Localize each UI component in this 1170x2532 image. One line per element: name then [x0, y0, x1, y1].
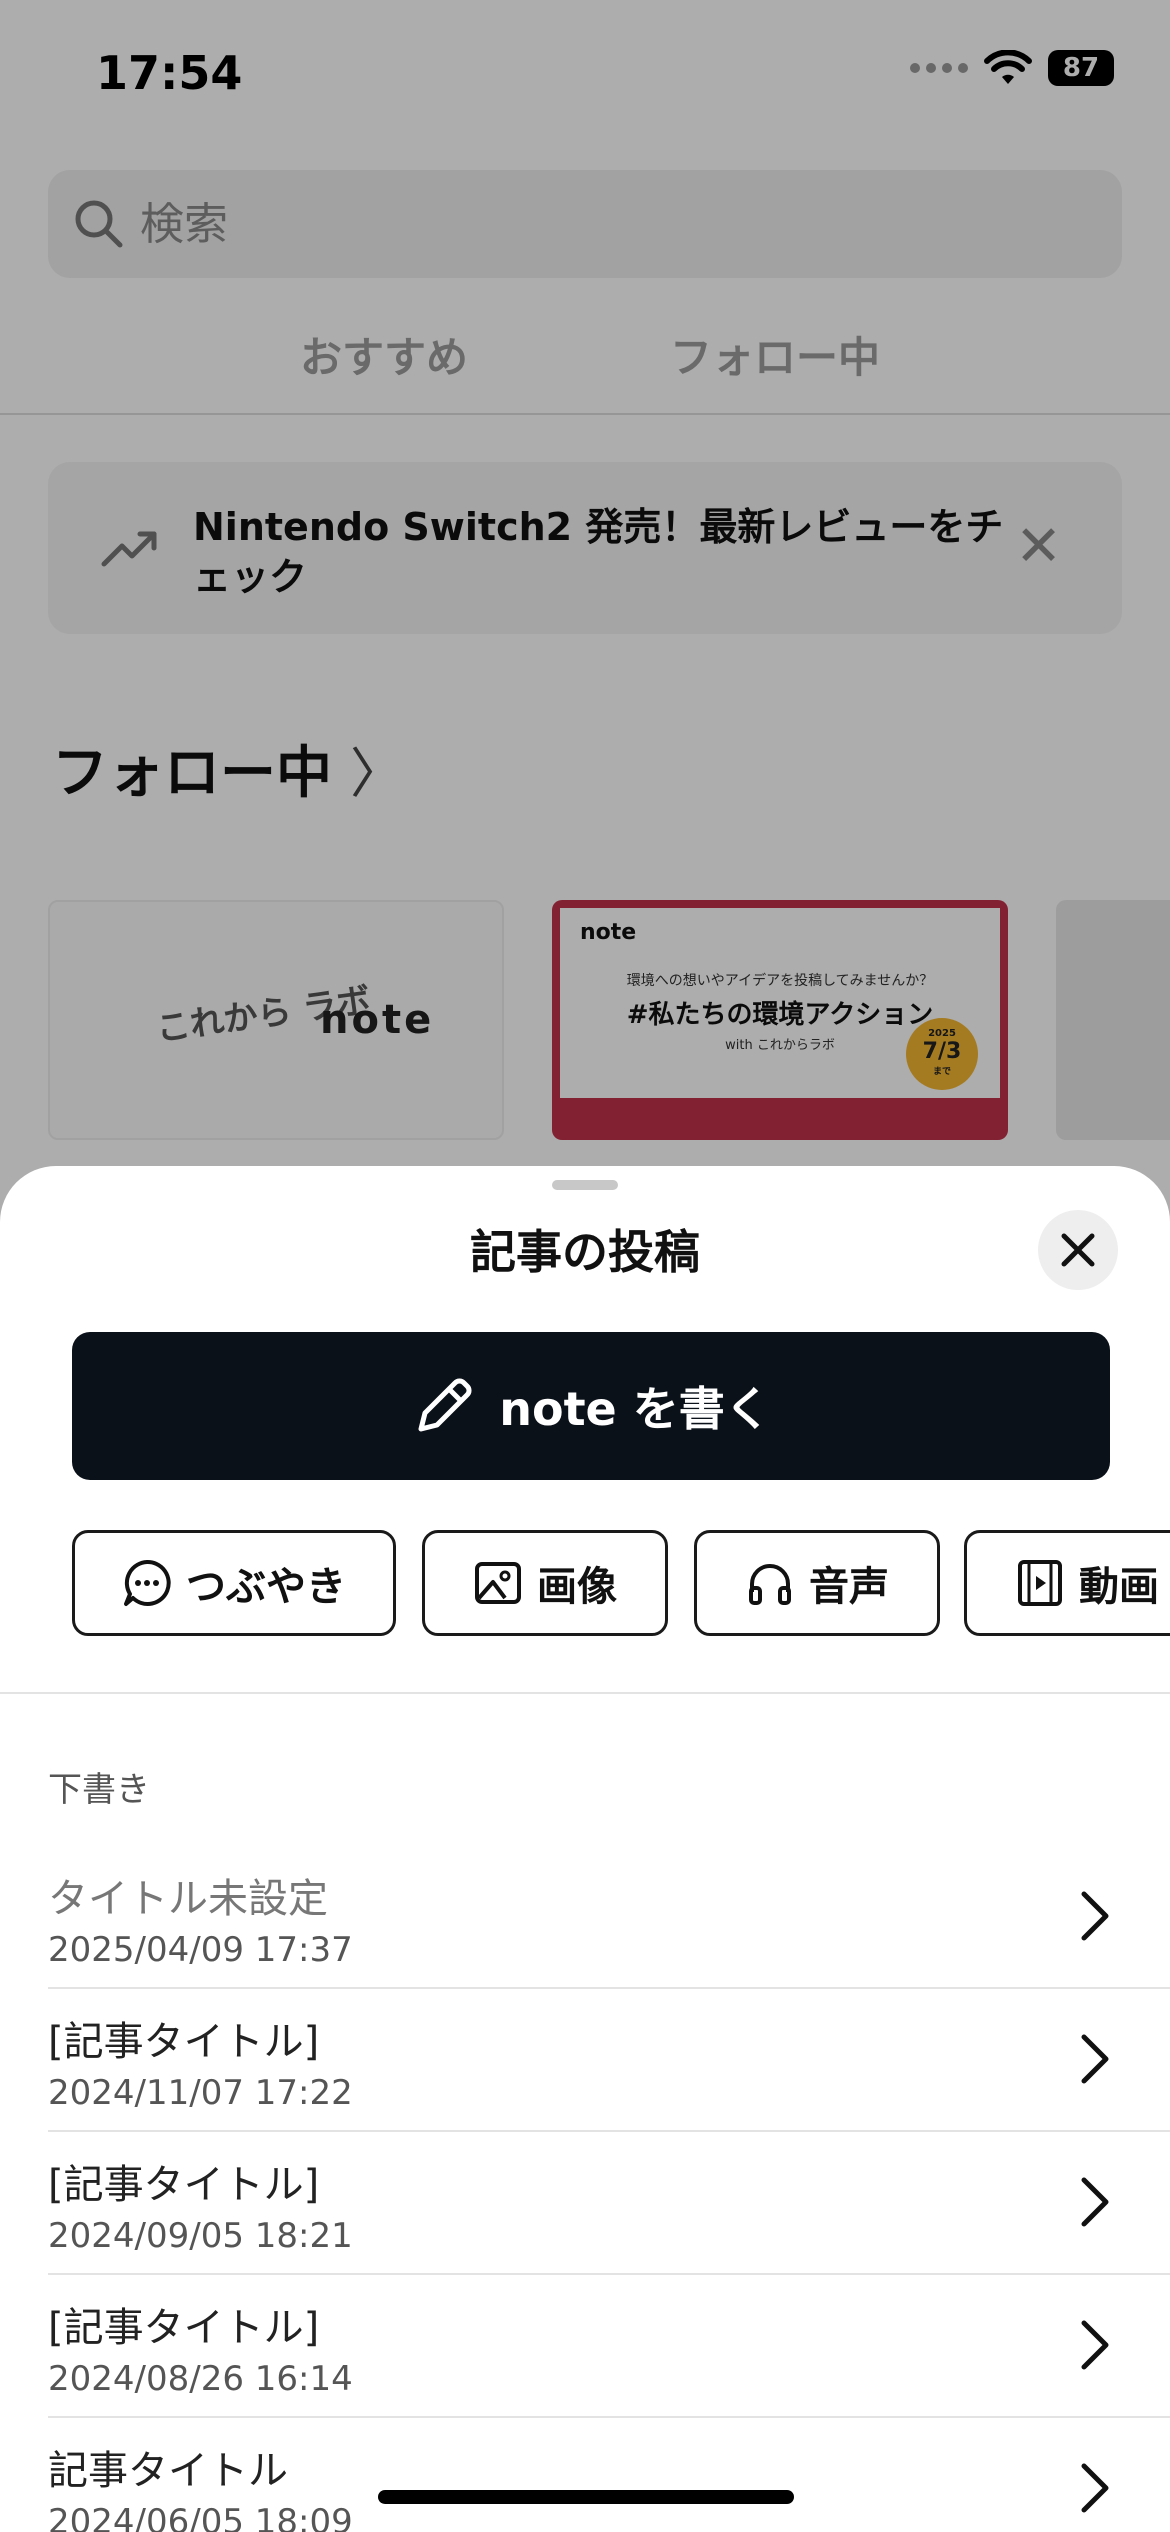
chevron-right-icon	[1081, 1891, 1109, 1941]
image-button[interactable]: 画像	[422, 1530, 668, 1636]
audio-button[interactable]: 音声	[694, 1530, 940, 1636]
tweet-button[interactable]: つぶやき	[72, 1530, 396, 1636]
draft-row[interactable]: 記事タイトル 2024/06/05 18:09	[48, 2418, 1170, 2532]
pencil-icon	[418, 1378, 472, 1432]
video-label: 動画	[1079, 1564, 1159, 1610]
write-note-label: note を書く	[499, 1382, 771, 1436]
divider	[0, 1692, 1170, 1694]
draft-date: 2025/04/09 17:37	[48, 1930, 353, 1970]
headphones-icon	[749, 1564, 791, 1605]
chevron-right-icon	[1081, 2463, 1109, 2513]
sheet-title: 記事の投稿	[470, 1225, 700, 1279]
draft-date: 2024/09/05 18:21	[48, 2216, 353, 2256]
chat-bubble-icon	[124, 1559, 171, 1606]
tweet-label: つぶやき	[186, 1564, 346, 1610]
draft-title: [記事タイトル]	[48, 2305, 320, 2351]
audio-label: 音声	[809, 1564, 889, 1610]
draft-row[interactable]: タイトル未設定 2025/04/09 17:37	[48, 1846, 1170, 1989]
draft-row[interactable]: [記事タイトル] 2024/09/05 18:21	[48, 2132, 1170, 2275]
post-bottom-sheet: 記事の投稿 note を書く つぶやき 画像 音声 動画 下書き タイトル未設定…	[0, 1166, 1170, 2532]
close-button[interactable]	[1038, 1210, 1118, 1290]
draft-list: タイトル未設定 2025/04/09 17:37 [記事タイトル] 2024/1…	[0, 1846, 1170, 2532]
film-icon	[1018, 1560, 1062, 1606]
post-type-row: つぶやき 画像 音声 動画	[72, 1530, 1170, 1638]
chevron-right-icon	[1081, 2034, 1109, 2084]
chevron-right-icon	[1081, 2320, 1109, 2370]
drafts-heading: 下書き	[48, 1770, 150, 1810]
image-icon	[475, 1562, 521, 1604]
image-label: 画像	[537, 1564, 617, 1610]
draft-title: 記事タイトル	[48, 2448, 288, 2494]
close-icon	[1061, 1233, 1095, 1267]
draft-title: [記事タイトル]	[48, 2162, 320, 2208]
draft-date: 2024/06/05 18:09	[48, 2502, 353, 2532]
draft-title: [記事タイトル]	[48, 2019, 320, 2065]
chevron-right-icon	[1081, 2177, 1109, 2227]
draft-date: 2024/08/26 16:14	[48, 2359, 353, 2399]
write-note-button[interactable]: note を書く	[72, 1332, 1110, 1480]
home-indicator[interactable]	[378, 2490, 794, 2504]
draft-row[interactable]: [記事タイトル] 2024/11/07 17:22	[48, 1989, 1170, 2132]
draft-date: 2024/11/07 17:22	[48, 2073, 353, 2113]
draft-row[interactable]: [記事タイトル] 2024/08/26 16:14	[48, 2275, 1170, 2418]
sheet-drag-handle[interactable]	[552, 1180, 618, 1190]
video-button[interactable]: 動画	[964, 1530, 1170, 1636]
draft-title: タイトル未設定	[48, 1876, 328, 1922]
